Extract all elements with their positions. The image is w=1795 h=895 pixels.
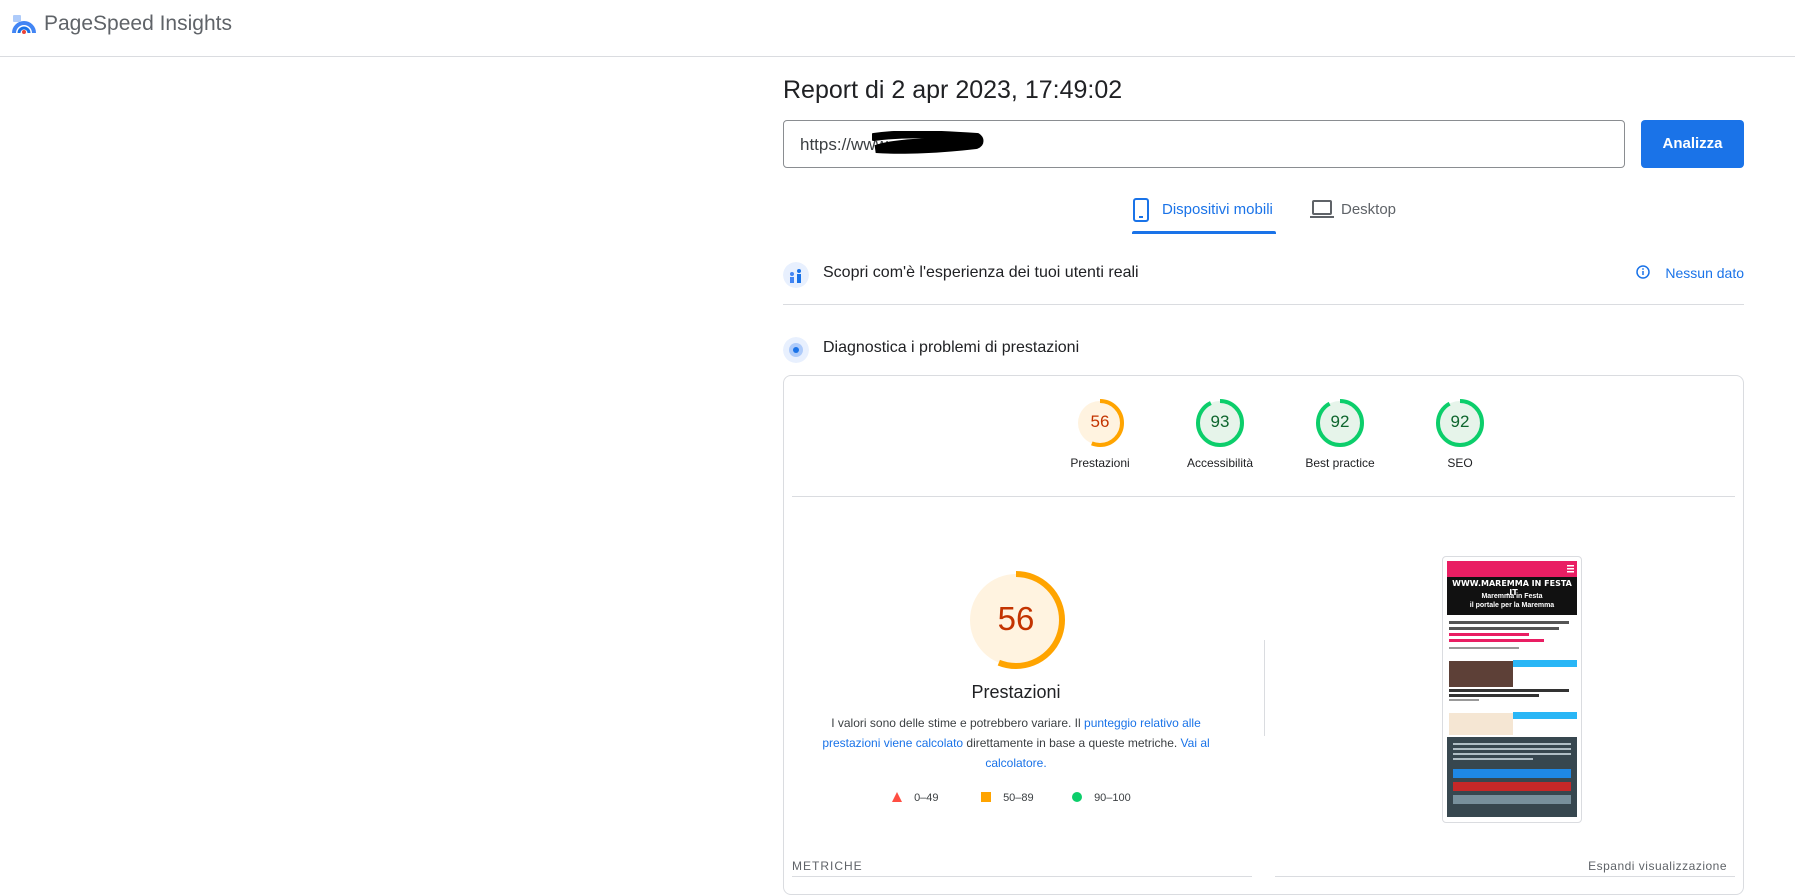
real-users-section[interactable]: Scopri com'è l'esperienza dei tuoi utent… [783, 258, 1744, 305]
smartphone-icon [1133, 198, 1149, 222]
gauge-performance[interactable]: 56 Prestazioni [1045, 398, 1155, 470]
gauge-performance-label: Prestazioni [1070, 456, 1130, 470]
page-screenshot-thumbnail[interactable]: WWW.MAREMMA IN FESTA .IT Maremma in Fest… [1442, 556, 1582, 823]
desc-text-1: I valori sono delle stime e potrebbero v… [831, 716, 1085, 730]
green-circle-icon [1072, 792, 1082, 802]
redaction-scribble [872, 131, 984, 154]
tab-desktop-label: Desktop [1341, 201, 1397, 218]
performance-label: Prestazioni [971, 682, 1061, 702]
gauge-seo[interactable]: 92 SEO [1405, 398, 1515, 470]
top-bar: PageSpeed Insights [0, 0, 1795, 57]
red-triangle-icon [892, 792, 902, 802]
pagespeed-logo-icon[interactable] [11, 13, 37, 37]
no-data-label: Nessun dato [1665, 265, 1744, 281]
performance-score: 56 [997, 600, 1035, 637]
tab-desktop[interactable]: Desktop [1310, 198, 1406, 234]
tab-mobile[interactable]: Dispositivi mobili [1132, 198, 1276, 234]
gauge-best-practices-value: 92 [1330, 412, 1350, 431]
laptop-icon [1310, 200, 1334, 218]
scores-card: 56 Prestazioni 93 Accessibilità 92 Best … [783, 375, 1744, 895]
score-legend: 0–49 50–89 90–100 [784, 791, 1248, 811]
metrics-divider-right [1275, 876, 1735, 877]
gauge-seo-label: SEO [1447, 456, 1473, 470]
legend-average: 50–89 [980, 791, 1034, 804]
site-headline: Maremma in Festa [1481, 593, 1543, 600]
gauge-accessibility-label: Accessibilità [1186, 456, 1254, 470]
analyze-button[interactable]: Analizza [1641, 120, 1744, 168]
real-users-title: Scopri com'è l'esperienza dei tuoi utent… [823, 264, 1139, 281]
orange-square-icon [981, 792, 991, 802]
legend-pass: 90–100 [1071, 791, 1131, 804]
vertical-divider [1264, 640, 1265, 736]
legend-average-label: 50–89 [1003, 792, 1034, 804]
url-input[interactable]: https://www [783, 120, 1625, 168]
expand-view-button[interactable]: Espandi visualizzazione [1588, 859, 1727, 873]
metrics-heading: METRICHE [792, 859, 863, 873]
gauge-best-practices-label: Best practice [1305, 456, 1375, 470]
category-gauges: 56 Prestazioni 93 Accessibilità 92 Best … [792, 376, 1735, 497]
diagnostics-section: Diagnostica i problemi di prestazioni [783, 333, 1744, 363]
gauge-seo-value: 92 [1450, 412, 1470, 431]
info-icon [1636, 265, 1651, 279]
gauge-performance-value: 56 [1090, 412, 1110, 431]
diagnostics-title: Diagnostica i problemi di prestazioni [823, 339, 1080, 356]
brand-name[interactable]: PageSpeed Insights [44, 12, 232, 36]
metrics-divider-left [792, 876, 1252, 877]
report-title: Report di 2 apr 2023, 17:49:02 [783, 76, 1123, 104]
legend-pass-label: 90–100 [1094, 792, 1131, 804]
legend-fail-label: 0–49 [914, 792, 939, 804]
site-subline: il portale per la Maremma [1469, 602, 1555, 609]
gauge-accessibility-value: 93 [1210, 412, 1230, 431]
desc-text-2: direttamente in base a queste metriche. [963, 736, 1181, 750]
legend-fail: 0–49 [891, 791, 939, 804]
no-data-link[interactable]: Nessun dato [1636, 265, 1744, 281]
gauge-accessibility[interactable]: 93 Accessibilità [1165, 398, 1275, 470]
performance-description: I valori sono delle stime e potrebbero v… [814, 713, 1218, 773]
users-experience-icon [783, 262, 809, 288]
diagnostics-icon [783, 337, 809, 363]
active-tab-indicator [1132, 231, 1276, 234]
tab-mobile-label: Dispositivi mobili [1162, 201, 1273, 218]
gauge-best-practices[interactable]: 92 Best practice [1285, 398, 1395, 470]
